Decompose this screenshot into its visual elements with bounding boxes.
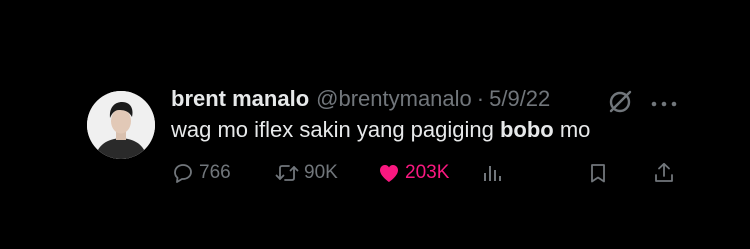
heart-icon — [377, 161, 401, 185]
reply-count: 766 — [199, 162, 231, 183]
tweet-text: wag mo iflex sakin yang pagiging bobo mo — [171, 117, 590, 143]
avatar[interactable] — [87, 91, 155, 159]
tweet[interactable]: brent manalo @brentymanalo · 5/9/22 wag … — [0, 0, 750, 249]
reply-button[interactable]: 766 — [171, 158, 231, 188]
action-bar: 766 90K 203K — [0, 158, 750, 188]
tweet-date[interactable]: 5/9/22 — [489, 86, 550, 112]
tweet-text-bold: bobo — [499, 117, 554, 142]
bookmark-icon — [586, 161, 610, 185]
user-handle[interactable]: @brentymanalo — [316, 86, 472, 112]
retweet-count: 90K — [304, 162, 338, 183]
views-button[interactable] — [481, 158, 503, 188]
reply-icon — [171, 161, 195, 185]
share-button[interactable] — [652, 158, 676, 188]
tweet-text-end: mo — [553, 117, 591, 142]
views-icon — [481, 161, 503, 185]
more-icon[interactable] — [650, 96, 678, 107]
display-name[interactable]: brent manalo — [171, 86, 309, 112]
bookmark-button[interactable] — [586, 158, 610, 188]
retweet-button[interactable]: 90K — [274, 158, 338, 188]
share-icon — [652, 161, 676, 185]
tweet-text-start: wag mo iflex sakin yang pagiging — [171, 117, 500, 142]
like-count: 203K — [405, 162, 450, 183]
like-button[interactable]: 203K — [377, 158, 449, 188]
retweet-icon — [274, 161, 300, 185]
grok-icon[interactable] — [606, 87, 634, 115]
separator-dot: · — [476, 86, 485, 111]
tweet-header: brent manalo @brentymanalo · 5/9/22 — [171, 84, 550, 114]
